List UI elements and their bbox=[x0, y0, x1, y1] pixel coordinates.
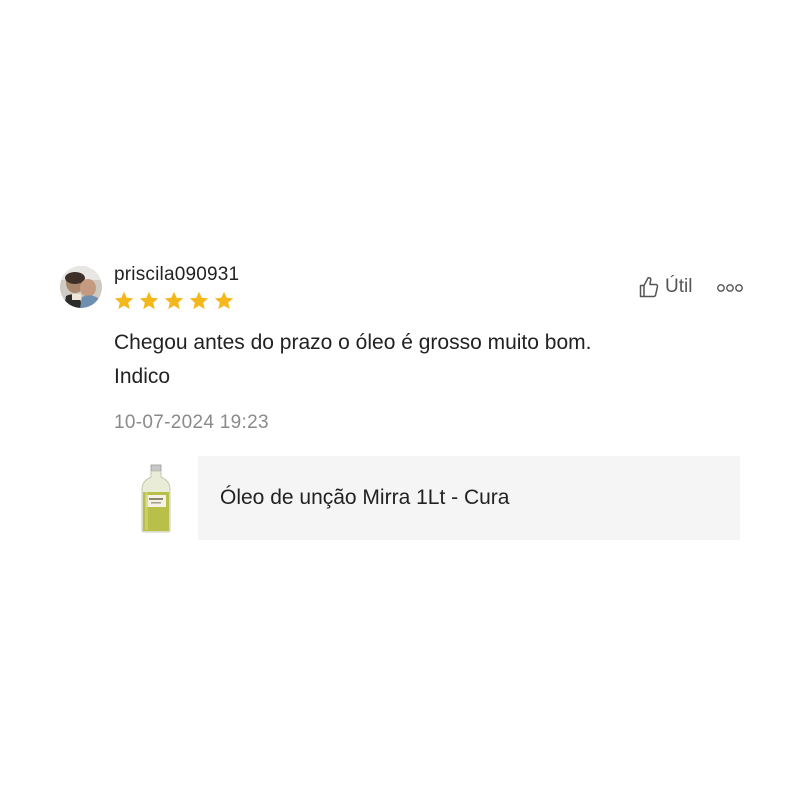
avatar-image bbox=[60, 266, 102, 308]
star-icon bbox=[214, 291, 234, 310]
star-icon bbox=[189, 291, 209, 310]
thumbs-up-icon bbox=[639, 277, 659, 298]
product-title: Óleo de unção Mirra 1Lt - Cura bbox=[220, 486, 510, 509]
username: priscila090931 bbox=[114, 264, 240, 285]
review-comment-line: Indico bbox=[114, 365, 171, 388]
review-timestamp: 10-07-2024 19:23 bbox=[114, 412, 269, 433]
review-comment-line: Chegou antes do prazo o óleo é grosso mu… bbox=[114, 331, 592, 354]
star-icon bbox=[139, 291, 159, 310]
more-options-icon bbox=[717, 284, 743, 292]
star-icon bbox=[164, 291, 184, 310]
star-icon bbox=[114, 291, 134, 310]
review-item: priscila090931 Útil Chegou antes do praz… bbox=[0, 0, 800, 800]
review-comment: Chegou antes do prazo o óleo é grosso mu… bbox=[114, 326, 744, 394]
helpful-label: Útil bbox=[665, 276, 693, 297]
product-thumbnail bbox=[114, 456, 198, 540]
oil-bottle-image bbox=[141, 464, 171, 533]
helpful-button[interactable]: Útil bbox=[639, 276, 692, 298]
avatar[interactable] bbox=[60, 266, 102, 308]
more-options-button[interactable] bbox=[716, 281, 744, 295]
product-card[interactable]: Óleo de unção Mirra 1Lt - Cura bbox=[114, 456, 740, 540]
rating-stars bbox=[113, 290, 235, 312]
